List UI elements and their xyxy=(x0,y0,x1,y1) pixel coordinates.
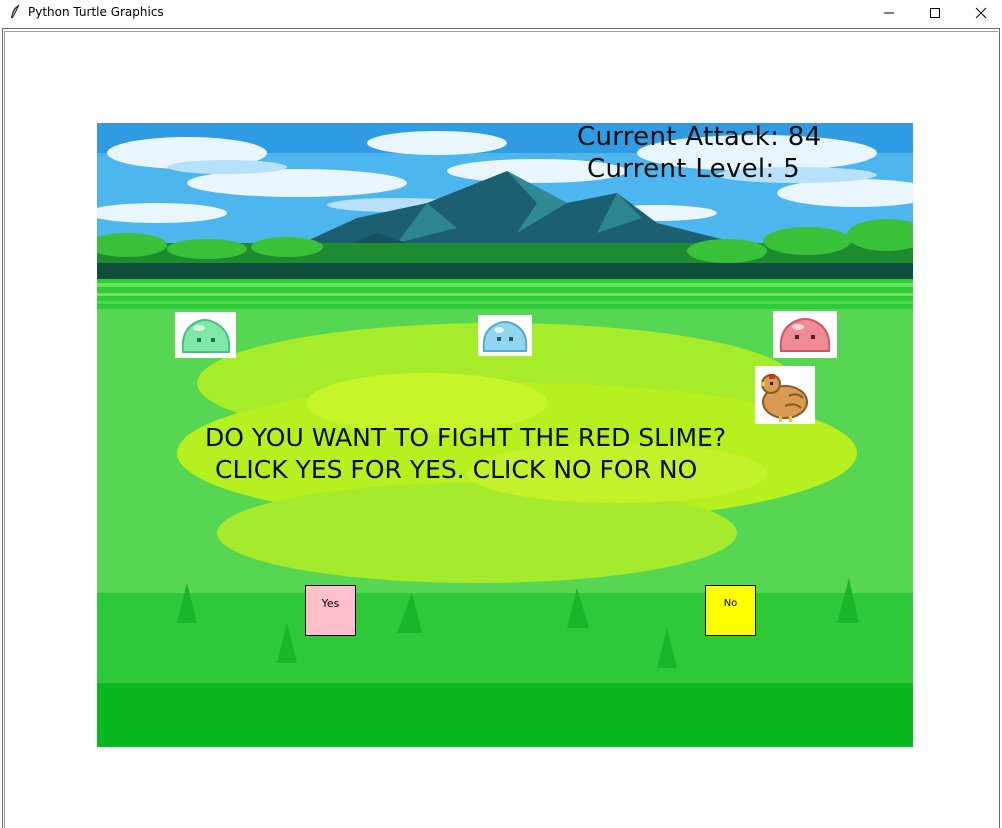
feather-icon xyxy=(11,4,20,19)
fight-instructions-text: CLICK YES FOR YES. CLICK NO FOR NO xyxy=(215,455,698,484)
title-bar: Python Turtle Graphics xyxy=(0,0,1002,26)
window-title: Python Turtle Graphics xyxy=(28,5,164,19)
fight-question-text: DO YOU WANT TO FIGHT THE RED SLIME? xyxy=(205,423,727,452)
maximize-icon xyxy=(930,8,940,18)
minimize-button[interactable] xyxy=(866,0,912,26)
blue-slime-sprite xyxy=(478,315,532,356)
chicken-player-sprite xyxy=(755,366,815,424)
yes-button[interactable]: Yes xyxy=(305,585,356,636)
close-icon xyxy=(975,7,987,19)
red-slime-sprite xyxy=(773,311,837,358)
current-level-text: Current Level: 5 xyxy=(587,154,800,184)
no-button-label: No xyxy=(723,598,738,609)
green-slime-sprite xyxy=(175,312,236,358)
yes-button-label: Yes xyxy=(321,597,340,610)
no-button[interactable]: No xyxy=(705,585,756,636)
current-attack-text: Current Attack: 84 xyxy=(577,122,822,152)
minimize-icon xyxy=(884,12,894,14)
close-button[interactable] xyxy=(958,0,1002,26)
maximize-button[interactable] xyxy=(912,0,958,26)
